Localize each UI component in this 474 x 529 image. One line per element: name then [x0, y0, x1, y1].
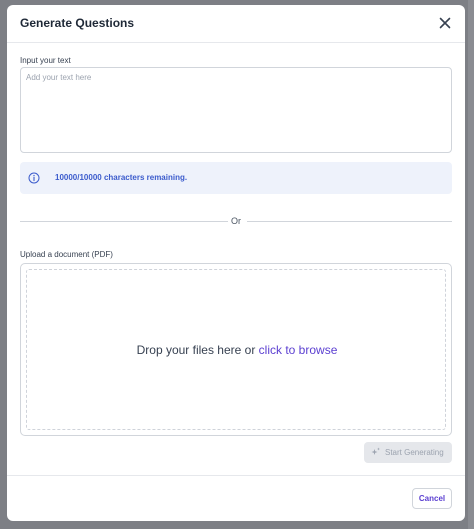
text-input-field[interactable]	[20, 67, 452, 153]
start-generating-label: Start Generating	[385, 448, 444, 457]
modal-header: Generate Questions	[7, 5, 465, 43]
file-dropzone[interactable]: Drop your files here or click to browse	[20, 263, 452, 436]
text-input-label: Input your text	[20, 56, 71, 65]
background-page-strip	[468, 0, 474, 529]
sparkle-icon	[371, 447, 380, 455]
close-icon	[439, 17, 451, 29]
close-button[interactable]	[437, 15, 453, 31]
modal-title: Generate Questions	[20, 16, 135, 30]
footer-divider	[7, 475, 465, 476]
cancel-button[interactable]: Cancel	[412, 488, 452, 509]
divider-left	[20, 221, 228, 222]
divider-or-label: Or	[231, 216, 241, 226]
character-count-text: 10000/10000 characters remaining.	[55, 173, 188, 182]
divider-right	[247, 221, 452, 222]
character-count-info: 10000/10000 characters remaining.	[20, 162, 452, 194]
generate-questions-modal: Generate Questions Input your text 10000…	[7, 5, 465, 521]
start-generating-button[interactable]: Start Generating	[364, 442, 452, 463]
file-dropzone-inner: Drop your files here or click to browse	[26, 269, 446, 430]
upload-label: Upload a document (PDF)	[20, 250, 113, 259]
browse-files-link[interactable]: click to browse	[259, 343, 338, 357]
info-icon	[28, 172, 40, 184]
dropzone-prompt: Drop your files here or	[136, 343, 259, 357]
dropzone-text: Drop your files here or click to browse	[27, 343, 447, 357]
